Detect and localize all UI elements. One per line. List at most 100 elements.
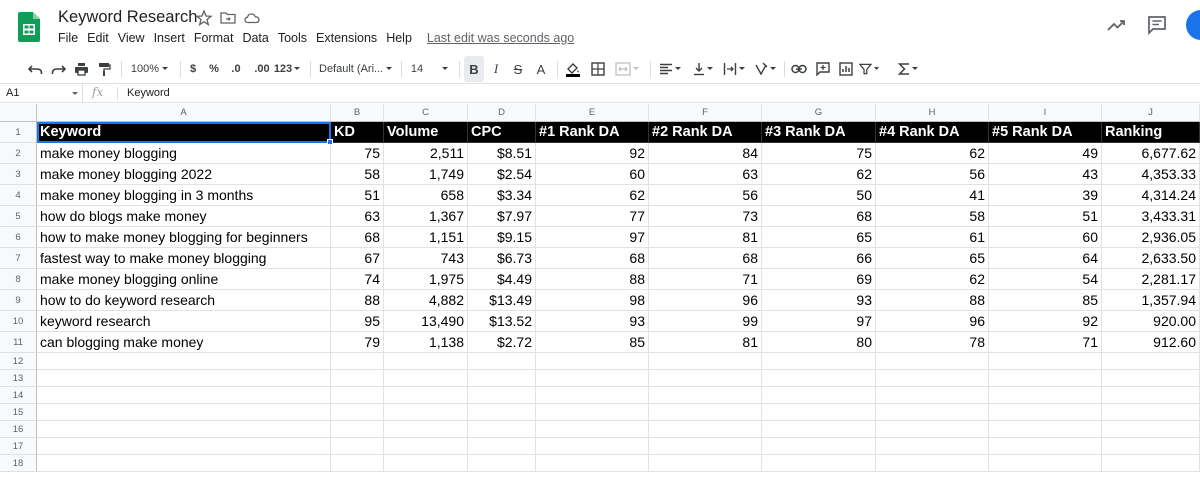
table-cell[interactable]: 66	[762, 248, 876, 269]
move-folder-icon[interactable]	[219, 9, 237, 27]
table-cell[interactable]: 920.00	[1102, 311, 1200, 332]
table-cell[interactable]: how do blogs make money	[37, 206, 331, 227]
empty-cell[interactable]	[384, 421, 468, 438]
table-cell[interactable]: $4.49	[468, 269, 536, 290]
empty-cell[interactable]	[649, 455, 762, 472]
empty-cell[interactable]	[989, 353, 1102, 370]
percent-format-button[interactable]: %	[207, 56, 221, 82]
column-header-c[interactable]: C	[384, 104, 468, 122]
table-cell[interactable]: 75	[762, 143, 876, 164]
table-cell[interactable]: 73	[649, 206, 762, 227]
empty-cell[interactable]	[536, 455, 649, 472]
table-cell[interactable]: make money blogging in 3 months	[37, 185, 331, 206]
row-header-7[interactable]: 7	[0, 248, 37, 269]
decrease-decimal-button[interactable]: .0	[226, 56, 246, 82]
table-cell[interactable]: 3,433.31	[1102, 206, 1200, 227]
empty-cell[interactable]	[37, 387, 331, 404]
row-header-1[interactable]: 1	[0, 122, 37, 143]
functions-button[interactable]	[895, 56, 923, 82]
column-header-j[interactable]: J	[1102, 104, 1200, 122]
table-cell[interactable]: 43	[989, 164, 1102, 185]
table-cell[interactable]: 62	[762, 164, 876, 185]
increase-decimal-button[interactable]: .00	[251, 56, 273, 82]
table-cell[interactable]: 62	[536, 185, 649, 206]
account-avatar[interactable]	[1186, 10, 1200, 40]
empty-cell[interactable]	[762, 438, 876, 455]
column-header-i[interactable]: I	[989, 104, 1102, 122]
table-cell[interactable]: 63	[649, 164, 762, 185]
table-cell[interactable]: 84	[649, 143, 762, 164]
row-header-2[interactable]: 2	[0, 143, 37, 164]
table-cell[interactable]: 68	[649, 248, 762, 269]
empty-cell[interactable]	[876, 404, 989, 421]
table-cell[interactable]: 41	[876, 185, 989, 206]
empty-cell[interactable]	[762, 421, 876, 438]
header-cell[interactable]: Ranking	[1102, 122, 1200, 143]
table-cell[interactable]: 62	[876, 143, 989, 164]
paint-format-button[interactable]	[95, 56, 113, 82]
table-cell[interactable]: 78	[876, 332, 989, 353]
table-cell[interactable]: 912.60	[1102, 332, 1200, 353]
filter-button[interactable]	[859, 56, 881, 82]
table-cell[interactable]: 50	[762, 185, 876, 206]
spreadsheet-grid[interactable]: A B C D E F G H I J 1 Keyword KD Volume CPC #1 Rank DA #…	[0, 104, 1200, 499]
empty-cell[interactable]	[468, 370, 536, 387]
table-cell[interactable]: 97	[536, 227, 649, 248]
trending-up-icon[interactable]	[1105, 14, 1127, 36]
header-cell[interactable]: #2 Rank DA	[649, 122, 762, 143]
table-cell[interactable]: 81	[649, 332, 762, 353]
column-header-b[interactable]: B	[331, 104, 384, 122]
table-cell[interactable]: $6.73	[468, 248, 536, 269]
table-cell[interactable]: 79	[331, 332, 384, 353]
table-cell[interactable]: 96	[876, 311, 989, 332]
table-cell[interactable]: 93	[762, 290, 876, 311]
empty-cell[interactable]	[468, 353, 536, 370]
row-header-10[interactable]: 10	[0, 311, 37, 332]
table-cell[interactable]: 97	[762, 311, 876, 332]
empty-cell[interactable]	[762, 353, 876, 370]
document-title[interactable]: Keyword Research	[58, 8, 197, 27]
redo-button[interactable]	[49, 56, 67, 82]
insert-comment-button[interactable]	[813, 56, 833, 82]
header-cell[interactable]: #5 Rank DA	[989, 122, 1102, 143]
empty-cell[interactable]	[762, 404, 876, 421]
empty-cell[interactable]	[331, 455, 384, 472]
row-header-18[interactable]: 18	[0, 455, 37, 472]
table-cell[interactable]: 75	[331, 143, 384, 164]
table-cell[interactable]: make money blogging 2022	[37, 164, 331, 185]
table-cell[interactable]: 13,490	[384, 311, 468, 332]
row-header-9[interactable]: 9	[0, 290, 37, 311]
table-cell[interactable]: 58	[876, 206, 989, 227]
table-cell[interactable]: 4,353.33	[1102, 164, 1200, 185]
row-header-8[interactable]: 8	[0, 269, 37, 290]
empty-cell[interactable]	[989, 455, 1102, 472]
empty-cell[interactable]	[384, 387, 468, 404]
table-cell[interactable]: 69	[762, 269, 876, 290]
table-cell[interactable]: how to do keyword research	[37, 290, 331, 311]
table-cell[interactable]: 1,138	[384, 332, 468, 353]
column-header-d[interactable]: D	[468, 104, 536, 122]
menu-edit[interactable]: Edit	[87, 31, 109, 45]
empty-cell[interactable]	[536, 353, 649, 370]
horizontal-align-button[interactable]	[656, 56, 686, 82]
table-cell[interactable]: 39	[989, 185, 1102, 206]
text-color-button[interactable]: A	[532, 56, 550, 82]
table-cell[interactable]: 92	[989, 311, 1102, 332]
empty-cell[interactable]	[1102, 455, 1200, 472]
menu-file[interactable]: File	[58, 31, 78, 45]
table-cell[interactable]: $8.51	[468, 143, 536, 164]
table-cell[interactable]: 65	[762, 227, 876, 248]
table-cell[interactable]: 51	[989, 206, 1102, 227]
table-cell[interactable]: $9.15	[468, 227, 536, 248]
row-header-11[interactable]: 11	[0, 332, 37, 353]
row-header-17[interactable]: 17	[0, 438, 37, 455]
menu-tools[interactable]: Tools	[278, 31, 307, 45]
table-cell[interactable]: 77	[536, 206, 649, 227]
table-cell[interactable]: 1,367	[384, 206, 468, 227]
empty-cell[interactable]	[762, 370, 876, 387]
table-cell[interactable]: $13.49	[468, 290, 536, 311]
table-cell[interactable]: make money blogging online	[37, 269, 331, 290]
empty-cell[interactable]	[1102, 421, 1200, 438]
table-cell[interactable]: 95	[331, 311, 384, 332]
column-header-g[interactable]: G	[762, 104, 876, 122]
